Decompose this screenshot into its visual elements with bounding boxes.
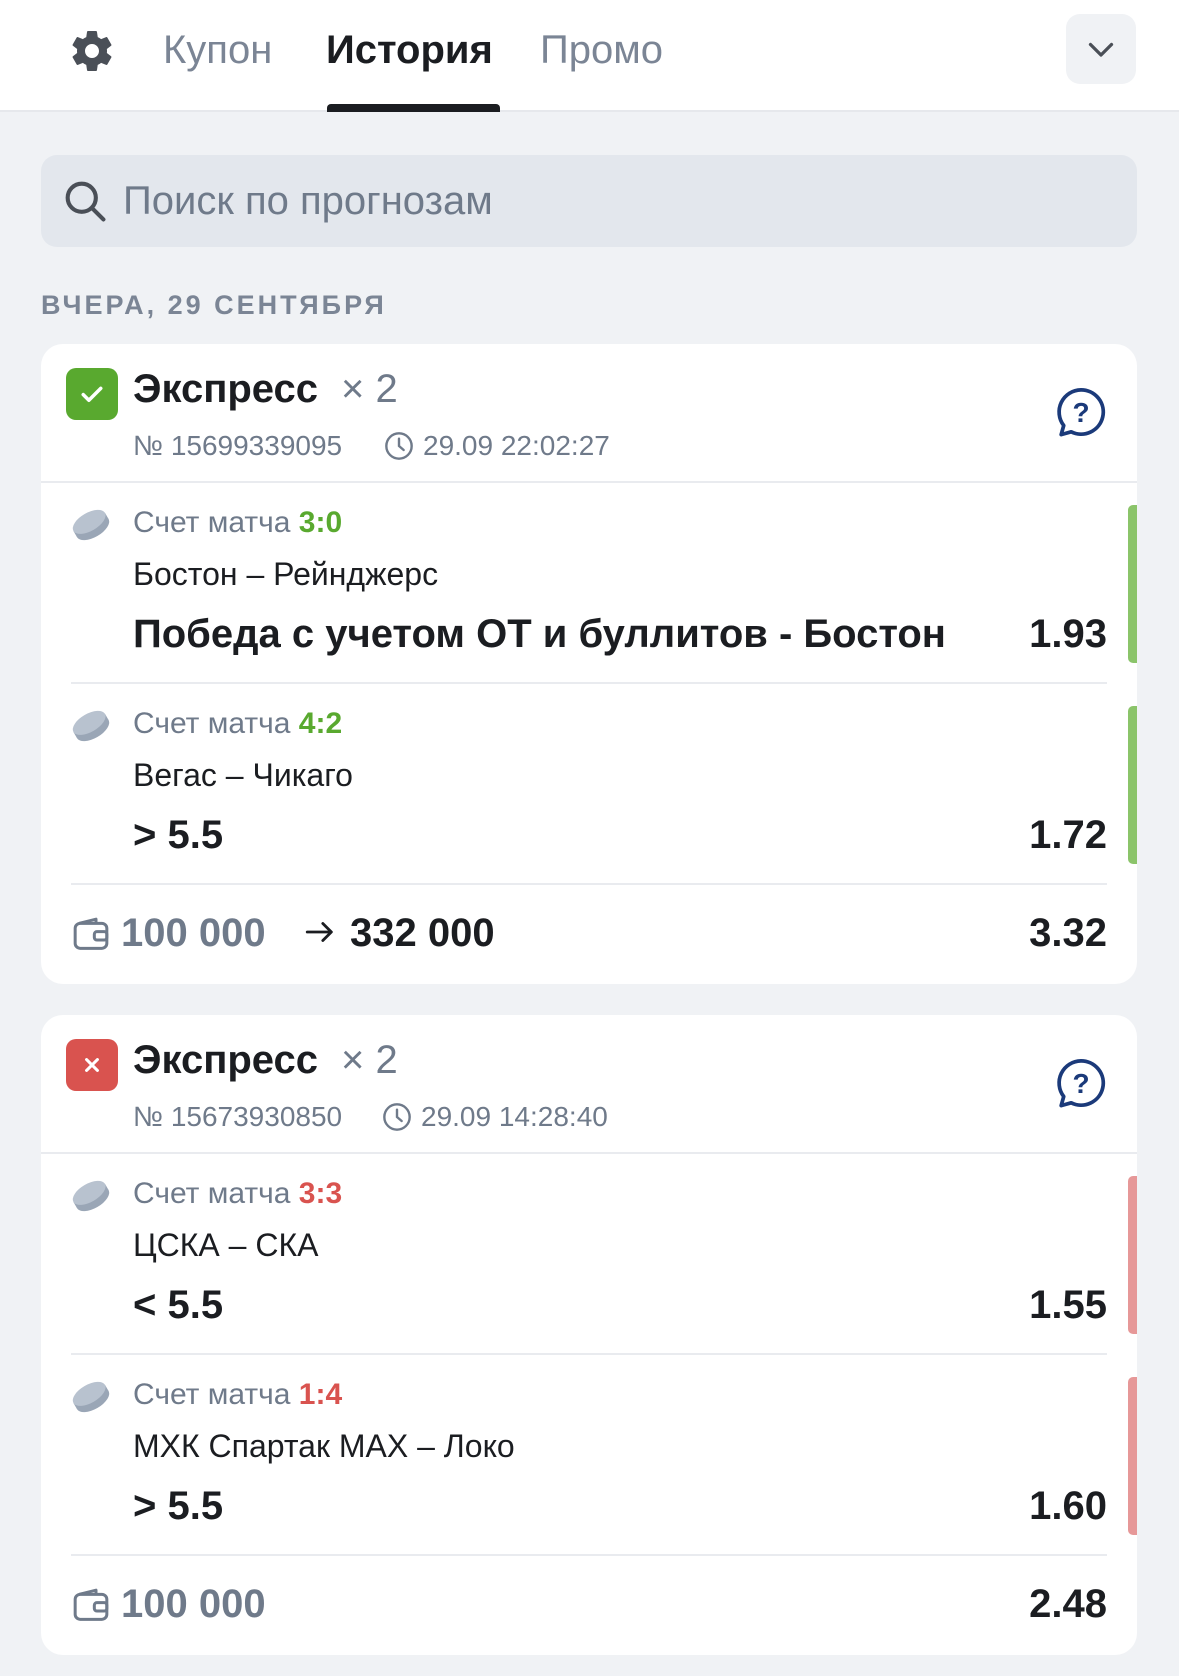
score-label: Счет матча (133, 1378, 291, 1411)
match-score: 3:3 (298, 1177, 343, 1210)
hockey-puck-icon (72, 509, 110, 541)
bet-outcome: > 5.5 (133, 813, 224, 857)
total-odds: 3.32 (1029, 911, 1107, 955)
leg-odds: 1.72 (1029, 813, 1107, 857)
date-group-label: ВЧЕРА, 29 СЕНТЯБРЯ (41, 290, 387, 320)
leg-result-bar (1128, 706, 1137, 864)
tab-promo[interactable]: Промо (540, 24, 663, 76)
bet-type-title: Экспресс (133, 367, 318, 411)
clock-icon (385, 432, 413, 460)
collapse-button[interactable] (1066, 14, 1136, 84)
bet-type-title: Экспресс (133, 1038, 318, 1082)
score-label: Счет матча (133, 707, 291, 740)
payout-amount: 332 000 (350, 911, 495, 955)
leg-odds: 1.60 (1029, 1484, 1107, 1528)
leg-odds: 1.55 (1029, 1283, 1107, 1327)
check-icon (81, 386, 103, 402)
bet-card-header: Экспресс × 2 № 15699339095 29.09 22:02:2… (41, 344, 1137, 483)
bet-card-header: Экспресс × 2 № 15673930850 29.09 14:28:4… (41, 1015, 1137, 1154)
match-score-line: Счет матча 3:3 (133, 1174, 342, 1214)
leg-result-bar (1128, 505, 1137, 663)
cross-icon (85, 1058, 99, 1072)
svg-text:?: ? (1072, 397, 1089, 428)
leg-odds: 1.93 (1029, 612, 1107, 656)
hockey-puck-icon (72, 1180, 110, 1212)
hockey-puck-icon (72, 1381, 110, 1413)
status-badge-won (66, 368, 118, 420)
bet-card-footer: 100 000 2.48 (41, 1556, 1137, 1654)
hockey-puck-icon (72, 710, 110, 742)
search-icon (65, 181, 106, 222)
gear-icon[interactable] (68, 27, 116, 75)
stake-amount: 100 000 (121, 911, 266, 955)
bet-card[interactable]: Экспресс × 2 № 15699339095 29.09 22:02:2… (41, 344, 1137, 984)
leg-result-bar (1128, 1377, 1137, 1535)
tab-history[interactable]: История (326, 24, 493, 76)
bet-leg[interactable]: Счет матча 3:0 Бостон – Рейнджерс Победа… (41, 483, 1137, 684)
wallet-icon (73, 917, 109, 950)
bet-outcome: > 5.5 (133, 1484, 224, 1528)
search-bar (41, 155, 1137, 247)
bet-datetime: 29.09 14:28:40 (421, 1101, 608, 1132)
clock-icon (383, 1103, 411, 1131)
match-score: 3:0 (298, 506, 343, 539)
bet-legs-count: × 2 (341, 1038, 398, 1082)
bet-outcome: < 5.5 (133, 1283, 224, 1327)
total-odds: 2.48 (1029, 1582, 1107, 1626)
score-label: Счет матча (133, 1177, 291, 1210)
ticket-number: № 15673930850 (133, 1101, 343, 1132)
match-teams: МХК Спартак МАХ – Локо (133, 1428, 515, 1464)
bet-card[interactable]: Экспресс × 2 № 15673930850 29.09 14:28:4… (41, 1015, 1137, 1655)
stake-amount: 100 000 (121, 1582, 266, 1626)
match-teams: Вегас – Чикаго (133, 757, 353, 793)
match-score-line: Счет матча 3:0 (133, 503, 342, 543)
status-badge-lost (66, 1039, 118, 1091)
bet-leg[interactable]: Счет матча 3:3 ЦСКА – СКА < 5.5 1.55 (41, 1154, 1137, 1355)
leg-result-bar (1128, 1176, 1137, 1334)
arrow-right-icon (305, 922, 333, 942)
match-score-line: Счет матча 4:2 (133, 704, 342, 744)
bet-datetime: 29.09 22:02:27 (423, 430, 610, 461)
svg-text:?: ? (1072, 1068, 1089, 1099)
match-teams: Бостон – Рейнджерс (133, 556, 439, 592)
bet-leg[interactable]: Счет матча 1:4 МХК Спартак МАХ – Локо > … (41, 1355, 1137, 1556)
search-input[interactable] (123, 169, 1103, 233)
score-label: Счет матча (133, 506, 291, 539)
help-chat-icon[interactable]: ? (1053, 1055, 1109, 1111)
top-bar: Купон История Промо (0, 0, 1179, 112)
match-score-line: Счет матча 1:4 (133, 1375, 342, 1415)
bet-card-footer: 100 000 332 000 3.32 (41, 885, 1137, 983)
chevron-down-icon (1088, 42, 1114, 57)
help-chat-icon[interactable]: ? (1053, 384, 1109, 440)
bet-leg[interactable]: Счет матча 4:2 Вегас – Чикаго > 5.5 1.72 (41, 684, 1137, 885)
bet-outcome: Победа с учетом ОТ и буллитов - Бостон (133, 612, 946, 656)
bet-legs-count: × 2 (341, 367, 398, 411)
match-score: 1:4 (298, 1378, 343, 1411)
match-teams: ЦСКА – СКА (133, 1227, 319, 1263)
tab-coupon[interactable]: Купон (163, 24, 272, 76)
match-score: 4:2 (298, 707, 343, 740)
ticket-number: № 15699339095 (133, 430, 343, 461)
wallet-icon (73, 1588, 109, 1621)
active-tab-indicator (327, 104, 500, 112)
